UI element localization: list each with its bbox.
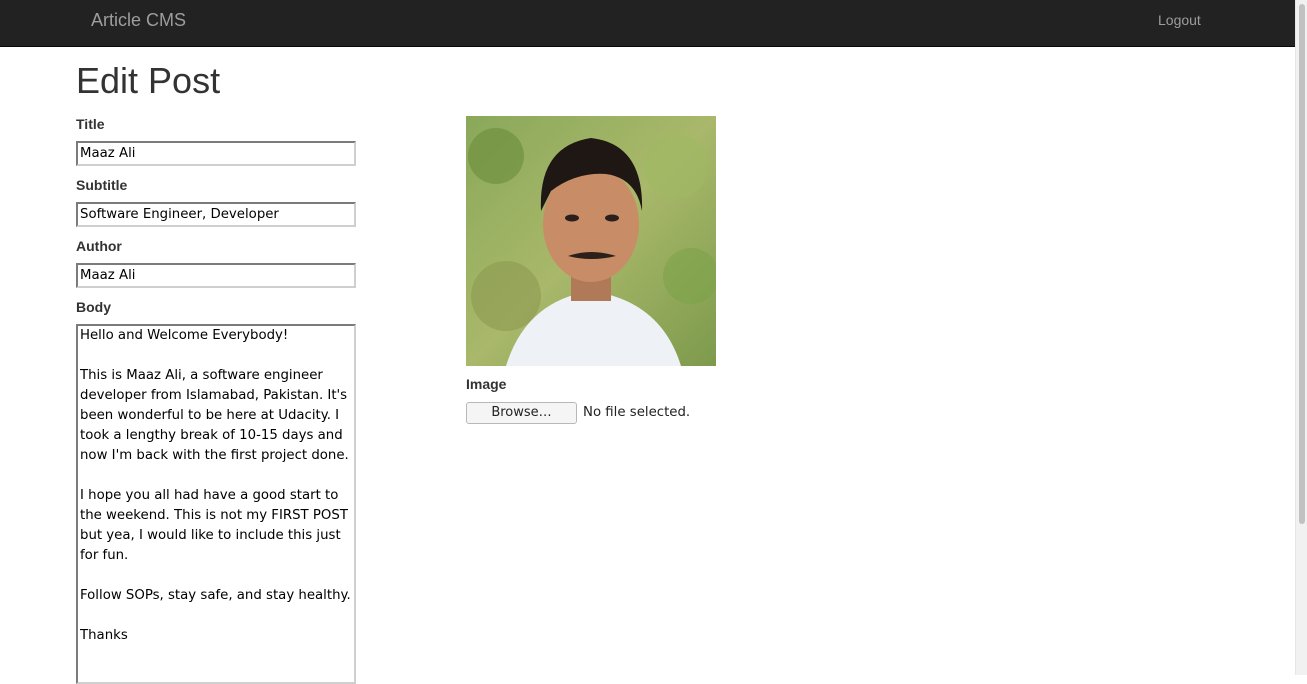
top-navbar: Article CMS Logout <box>0 0 1295 47</box>
browse-button[interactable]: Browse… <box>466 402 577 424</box>
image-label: Image <box>466 376 507 392</box>
page-title: Edit Post <box>76 60 221 101</box>
vertical-scrollbar[interactable] <box>1295 0 1307 675</box>
portrait-photo-icon <box>466 116 716 366</box>
body-label: Body <box>76 299 111 315</box>
title-input[interactable] <box>76 141 356 166</box>
logout-link[interactable]: Logout <box>1158 12 1201 28</box>
subtitle-label: Subtitle <box>76 177 128 193</box>
brand-link[interactable]: Article CMS <box>91 10 186 30</box>
title-label: Title <box>76 116 105 132</box>
author-input[interactable] <box>76 263 356 288</box>
subtitle-input[interactable] <box>76 202 356 227</box>
image-preview <box>466 116 716 366</box>
body-textarea[interactable]: Hello and Welcome Everybody! This is Maa… <box>76 324 356 684</box>
file-status-text: No file selected. <box>583 405 691 420</box>
author-label: Author <box>76 238 122 254</box>
scrollbar-thumb[interactable] <box>1299 4 1305 524</box>
